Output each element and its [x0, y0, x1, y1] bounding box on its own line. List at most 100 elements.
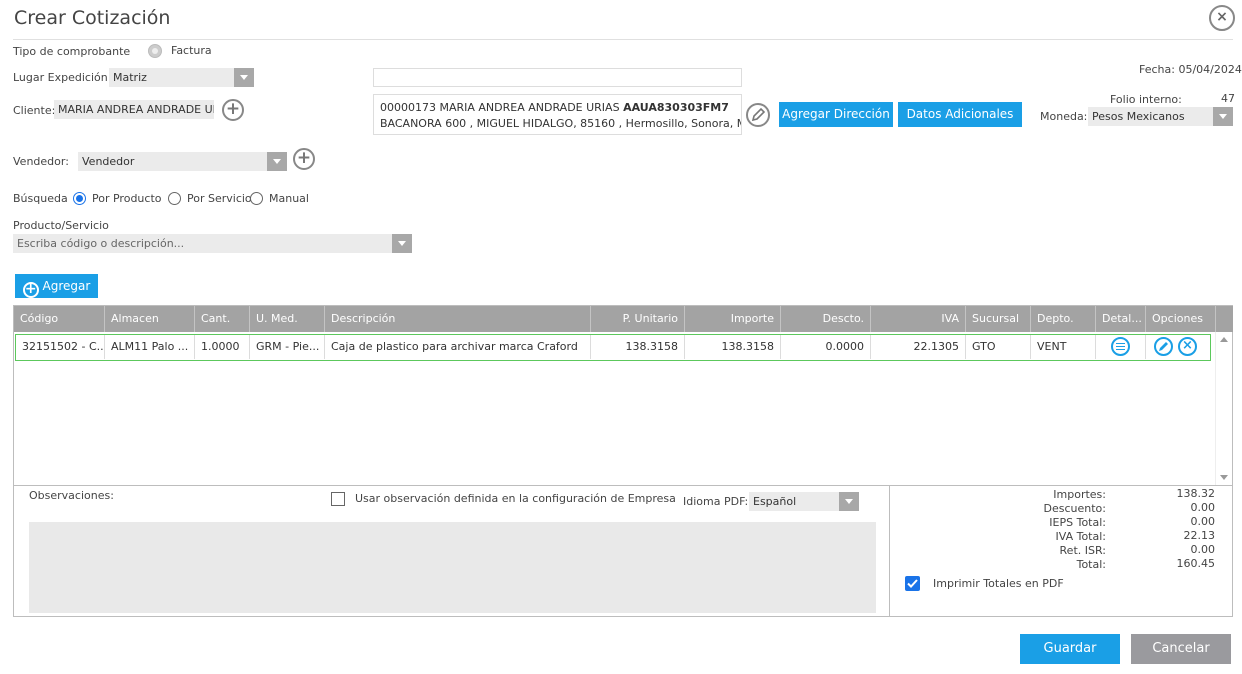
col-umed[interactable]: U. Med.	[250, 306, 325, 332]
chevron-down-icon	[839, 492, 859, 511]
dialog-title: Crear Cotización	[14, 7, 171, 29]
guardar-button[interactable]: Guardar	[1020, 634, 1120, 664]
address-input[interactable]	[373, 68, 742, 87]
producto-label: Producto/Servicio	[13, 219, 109, 232]
totals-importes-label: Importes:	[1053, 488, 1106, 501]
edit-row-icon[interactable]	[1154, 337, 1173, 356]
cell-cant: 1.0000	[195, 335, 250, 359]
col-opciones[interactable]: Opciones	[1146, 306, 1216, 332]
col-sucursal[interactable]: Sucursal	[966, 306, 1031, 332]
totals-iva-value: 22.13	[1183, 529, 1216, 542]
radio-por-producto[interactable]	[73, 192, 86, 205]
radio-por-servicio-label: Por Servicio	[187, 192, 252, 205]
title-divider	[13, 39, 1233, 40]
lugar-expedicion-value: Matriz	[113, 71, 147, 84]
chevron-down-icon	[234, 68, 254, 87]
chevron-down-icon	[1213, 107, 1233, 126]
chevron-down-icon	[267, 152, 287, 171]
totals-total-value: 160.45	[1176, 557, 1216, 570]
grid-scrollbar[interactable]	[1215, 332, 1232, 485]
edit-cliente-icon[interactable]	[746, 103, 770, 127]
cliente-info-name: 00000173 MARIA ANDREA ANDRADE URIAS	[380, 101, 624, 114]
cell-importe: 138.3158	[685, 335, 781, 359]
moneda-value: Pesos Mexicanos	[1092, 110, 1185, 123]
scroll-up-icon[interactable]	[1220, 337, 1228, 342]
cell-descto: 0.0000	[781, 335, 871, 359]
radio-manual-label: Manual	[269, 192, 309, 205]
col-descto[interactable]: Descto.	[781, 306, 871, 332]
folio-label: Folio interno:	[1110, 93, 1182, 106]
cliente-field[interactable]: MARIA ANDREA ANDRADE URI	[54, 100, 214, 119]
cell-almacen: ALM11 Palo ...	[105, 335, 195, 359]
delete-row-icon[interactable]: ×	[1178, 337, 1197, 356]
col-almacen[interactable]: Almacen	[105, 306, 195, 332]
cell-descripcion: Caja de plastico para archivar marca Cra…	[325, 335, 591, 359]
idioma-select[interactable]: Español	[749, 492, 859, 511]
observaciones-textarea[interactable]	[29, 522, 876, 613]
col-importe[interactable]: Importe	[685, 306, 781, 332]
cliente-value: MARIA ANDREA ANDRADE URI	[58, 103, 214, 116]
vendedor-label: Vendedor:	[13, 155, 69, 168]
fecha-label: Fecha: 05/04/2024	[1139, 63, 1242, 76]
cell-opciones: ×	[1146, 335, 1212, 359]
totals-iva-label: IVA Total:	[1055, 530, 1106, 543]
cell-codigo: 32151502 - C...	[16, 335, 105, 359]
col-cant[interactable]: Cant.	[195, 306, 250, 332]
datos-adicionales-button[interactable]: Datos Adicionales	[898, 102, 1022, 127]
add-cliente-icon[interactable]: +	[222, 99, 244, 121]
col-depto[interactable]: Depto.	[1031, 306, 1096, 332]
scroll-down-icon[interactable]	[1220, 475, 1228, 480]
totals-isr-label: Ret. ISR:	[1059, 544, 1106, 557]
imprimir-totales-checkbox[interactable]	[905, 576, 920, 591]
radio-manual[interactable]	[250, 192, 263, 205]
col-detalle[interactable]: Detal...	[1096, 306, 1146, 332]
table-row[interactable]: 32151502 - C... ALM11 Palo ... 1.0000 GR…	[15, 334, 1211, 361]
vendedor-select[interactable]: Vendedor	[78, 152, 287, 171]
cell-iva: 22.1305	[871, 335, 966, 359]
col-punitario[interactable]: P. Unitario	[591, 306, 685, 332]
col-codigo[interactable]: Código	[14, 306, 105, 332]
agregar-direccion-button[interactable]: Agregar Dirección	[779, 102, 893, 127]
tipo-comprobante-value: Factura	[171, 44, 212, 57]
cell-punitario: 138.3158	[591, 335, 685, 359]
cell-umed: GRM - Pie...	[250, 335, 325, 359]
idioma-value: Español	[753, 495, 797, 508]
col-iva[interactable]: IVA	[871, 306, 966, 332]
cliente-label: Cliente:	[13, 104, 56, 117]
lugar-expedicion-select[interactable]: Matriz	[109, 68, 254, 87]
agregar-button[interactable]: + Agregar	[15, 274, 98, 298]
totals-ieps-value: 0.00	[1190, 515, 1216, 528]
detail-list-icon[interactable]	[1111, 337, 1130, 356]
totals-descuento-label: Descuento:	[1043, 502, 1106, 515]
observaciones-label: Observaciones:	[29, 489, 114, 502]
producto-placeholder: Escriba código o descripción...	[17, 237, 185, 250]
usar-obs-checkbox[interactable]	[331, 492, 345, 506]
add-vendedor-icon[interactable]: +	[293, 148, 315, 170]
lugar-expedicion-label: Lugar Expedición	[13, 71, 108, 84]
cliente-info-address: BACANORA 600 , MIGUEL HIDALGO, 85160 , H…	[380, 117, 742, 130]
totals-values: 138.32 0.00 0.00 22.13 0.00 160.45	[1145, 487, 1216, 571]
radio-por-servicio[interactable]	[168, 192, 181, 205]
tipo-comprobante-label: Tipo de comprobante	[13, 45, 131, 58]
col-descripcion[interactable]: Descripción	[325, 306, 591, 332]
totals-labels: Importes: Descuento: IEPS Total: IVA Tot…	[1006, 488, 1106, 572]
totals-isr-value: 0.00	[1190, 543, 1216, 556]
agregar-button-label: Agregar	[42, 279, 91, 293]
tipo-comprobante-radio[interactable]	[148, 44, 162, 58]
checkmark-icon	[907, 579, 918, 588]
radio-por-producto-label: Por Producto	[92, 192, 162, 205]
usar-obs-label: Usar observación definida en la configur…	[355, 492, 676, 505]
moneda-select[interactable]: Pesos Mexicanos	[1088, 107, 1233, 126]
totals-ieps-label: IEPS Total:	[1049, 516, 1106, 529]
producto-search-input[interactable]: Escriba código o descripción...	[13, 234, 412, 253]
cancelar-button[interactable]: Cancelar	[1131, 634, 1231, 664]
cell-depto: VENT	[1031, 335, 1096, 359]
idioma-label: Idioma PDF:	[683, 495, 749, 508]
moneda-label: Moneda:	[1040, 110, 1088, 123]
totals-importes-value: 138.32	[1176, 487, 1216, 500]
totals-descuento-value: 0.00	[1190, 501, 1216, 514]
close-icon[interactable]: ×	[1209, 5, 1235, 31]
plus-icon: +	[22, 282, 39, 298]
cell-detalle	[1096, 335, 1146, 359]
chevron-down-icon	[392, 234, 412, 253]
